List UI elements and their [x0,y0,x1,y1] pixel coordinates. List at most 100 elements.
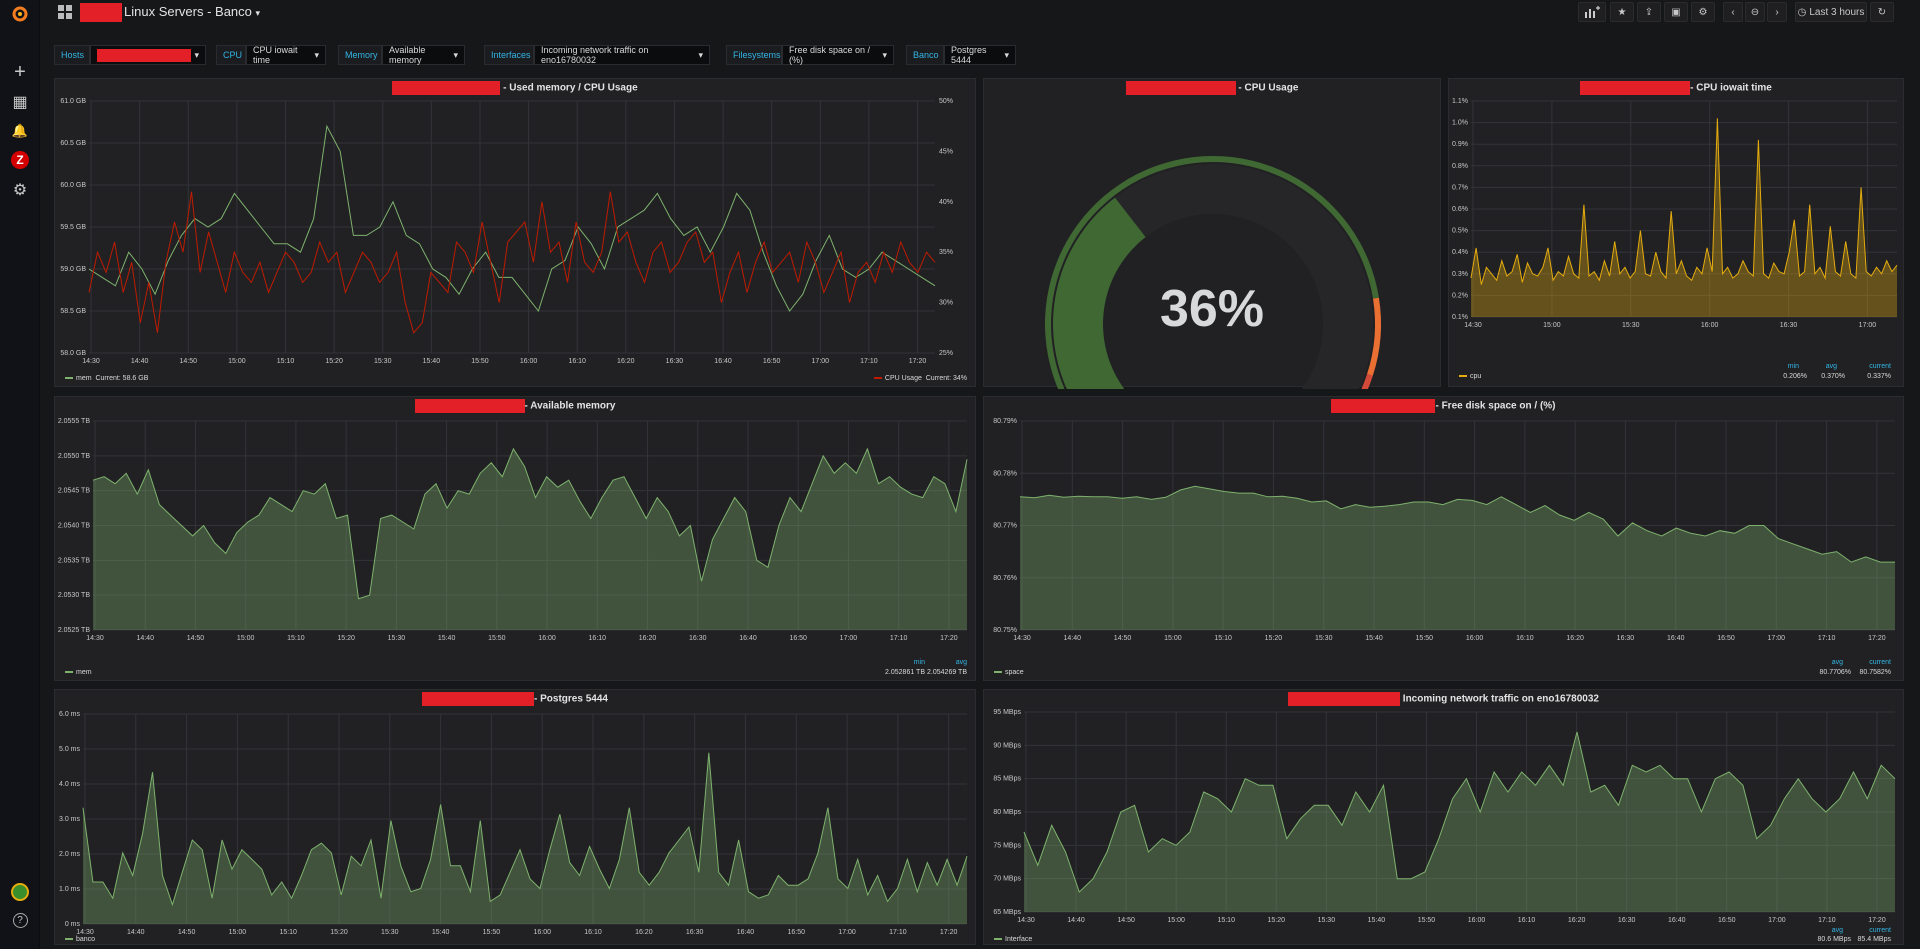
panel-free-disk[interactable]: - Free disk space on / (%) 80.79% 80.78% 8… [983,396,1904,681]
bell-icon[interactable]: 🔔 [8,119,32,143]
dashboards-icon[interactable]: ▦ [8,90,32,114]
y-tick-label: 60.0 GB [60,182,86,189]
x-tick-label: 15:30 [1622,322,1640,329]
y-tick-label: 70 MBps [993,876,1021,883]
x-tick-label: 14:30 [1013,635,1031,642]
var-label-interfaces: Interfaces [484,45,534,65]
legend-header-avg: avg [1831,927,1843,934]
plus-icon[interactable]: + [8,60,32,84]
var-select-cpu[interactable]: CPU iowait time ▾ [246,45,326,65]
x-tick-label: 15:40 [432,929,450,936]
x-tick-label: 16:50 [763,358,781,365]
y-tick-label: 0.5% [1452,228,1468,235]
x-tick-label: 16:40 [1668,917,1686,924]
time-forward-button[interactable]: › [1767,2,1787,22]
x-tick-label: 17:00 [840,635,858,642]
redacted-block [422,692,535,706]
var-label-cpu: CPU [216,45,246,65]
redacted-block [1580,81,1691,95]
x-tick-label: 15:30 [1315,635,1333,642]
y-tick-label-right: 45% [939,148,953,155]
caret-down-icon: ▾ [698,49,703,60]
apps-grid-icon[interactable] [58,5,72,19]
zabbix-icon[interactable]: Z [8,148,32,172]
legend-header-current: current [1869,659,1891,666]
settings-button[interactable]: ⚙ [1691,2,1715,22]
y-tick-label: 1.1% [1452,98,1468,105]
dashboard-title[interactable]: Linux Servers - Banco ▾ [124,4,260,19]
x-tick-label: 16:20 [639,635,657,642]
memory-cpu-chart: 61.0 GB 60.5 GB 60.0 GB 59.5 GB 59.0 GB 58.5 … [60,98,953,365]
var-select-memory[interactable]: Available memory ▾ [382,45,465,65]
gear-icon[interactable]: ⚙ [8,178,32,202]
y-tick-label-right: 40% [939,199,953,206]
x-tick-label: 16:30 [1617,635,1635,642]
panel-network[interactable]: Incoming network traffic on eno16780032 … [983,689,1904,945]
x-tick-label: 16:20 [1568,917,1586,924]
chevron-right-icon: › [1775,6,1779,18]
legend-value-avg: 80.7706% [1819,669,1851,676]
x-tick-label: 15:50 [471,358,489,365]
x-tick-label: 17:20 [940,929,958,936]
series-line-mem [88,124,936,313]
x-tick-label: 15:10 [1214,635,1232,642]
panel-cpu-gauge[interactable]: - CPU Usage 36% [983,78,1441,389]
panel-title[interactable]: - Postgres 5444 [55,692,975,706]
var-select-filesystems[interactable]: Free disk space on / (%) ▾ [782,45,894,65]
x-tick-label: 14:40 [1064,635,1082,642]
series-line-cpu-usage [88,191,936,334]
star-button[interactable]: ★ [1610,2,1634,22]
panel-cpu-iowait[interactable]: - CPU iowait time 1.1% 1.0% 0.9% 0.8% 0.7% 0.… [1448,78,1904,387]
grafana-logo-icon[interactable] [8,2,32,26]
help-icon[interactable]: ? [8,908,32,932]
time-range-text: Last 3 hours [1809,6,1865,18]
var-select-banco[interactable]: Postgres 5444 ▾ [944,45,1016,65]
y-tick-label: 2.0535 TB [58,557,91,564]
y-tick-label: 0.3% [1452,271,1468,278]
refresh-button[interactable]: ↻ [1870,2,1894,22]
y-tick-label: 0.4% [1452,249,1468,256]
x-tick-label: 17:00 [812,358,830,365]
zoom-out-button[interactable]: ⊖ [1745,2,1765,22]
avatar[interactable] [8,880,32,904]
y-tick-label: 0.7% [1452,184,1468,191]
x-tick-label: 15:20 [325,358,343,365]
x-tick-label: 15:10 [277,358,295,365]
legend-swatch [994,671,1002,674]
x-tick-label: 16:10 [568,358,586,365]
share-button[interactable]: ⇪ [1637,2,1661,22]
share-icon: ⇪ [1644,6,1654,18]
var-label-memory: Memory [338,45,382,65]
time-back-button[interactable]: ‹ [1723,2,1743,22]
star-icon: ★ [1617,6,1627,18]
x-tick-label: 16:00 [1701,322,1719,329]
x-tick-label: 16:10 [1516,635,1534,642]
add-panel-button[interactable] [1578,2,1606,22]
panel-title[interactable]: - Used memory / CPU Usage [55,81,975,95]
panel-available-memory[interactable]: - Available memory 2.0555 TB 2.0550 TB 2.0… [54,396,976,681]
panel-title[interactable]: Incoming network traffic on eno16780032 [984,692,1903,706]
var-select-interfaces[interactable]: Incoming network traffic on eno16780032 ▾ [534,45,710,65]
redacted-block [1331,399,1436,413]
time-range-picker[interactable]: ◷ Last 3 hours [1795,2,1867,22]
x-tick-label: 15:50 [1416,635,1434,642]
save-button[interactable]: ▣ [1664,2,1688,22]
network-chart: 95 MBps 90 MBps 85 MBps 80 MBps 75 MBps 70 MB… [993,709,1896,924]
x-tick-label: 16:40 [737,929,755,936]
panel-title[interactable]: - Free disk space on / (%) [984,399,1903,413]
var-select-hosts[interactable]: ▾ [90,45,206,65]
panel-title[interactable]: - Available memory [55,399,975,413]
y-tick-label: 2.0525 TB [58,627,91,634]
x-tick-label: 15:10 [287,635,305,642]
caret-down-icon: ▾ [1004,49,1009,60]
x-tick-label: 15:00 [1164,635,1182,642]
x-tick-label: 14:30 [1464,322,1482,329]
panel-memory-cpu[interactable]: - Used memory / CPU Usage 61.0 GB 60.5 GB… [54,78,976,387]
panel-postgres[interactable]: - Postgres 5444 6.0 ms 5.0 ms 4.0 ms 3.0 ms… [54,689,976,945]
x-tick-label: 15:30 [388,635,406,642]
panel-title[interactable]: - CPU iowait time [1449,81,1903,95]
legend-name: CPU Usage [884,375,922,382]
x-tick-label: 15:20 [1268,917,1286,924]
x-tick-label: 14:30 [86,635,104,642]
chevron-left-icon: ‹ [1731,6,1735,18]
